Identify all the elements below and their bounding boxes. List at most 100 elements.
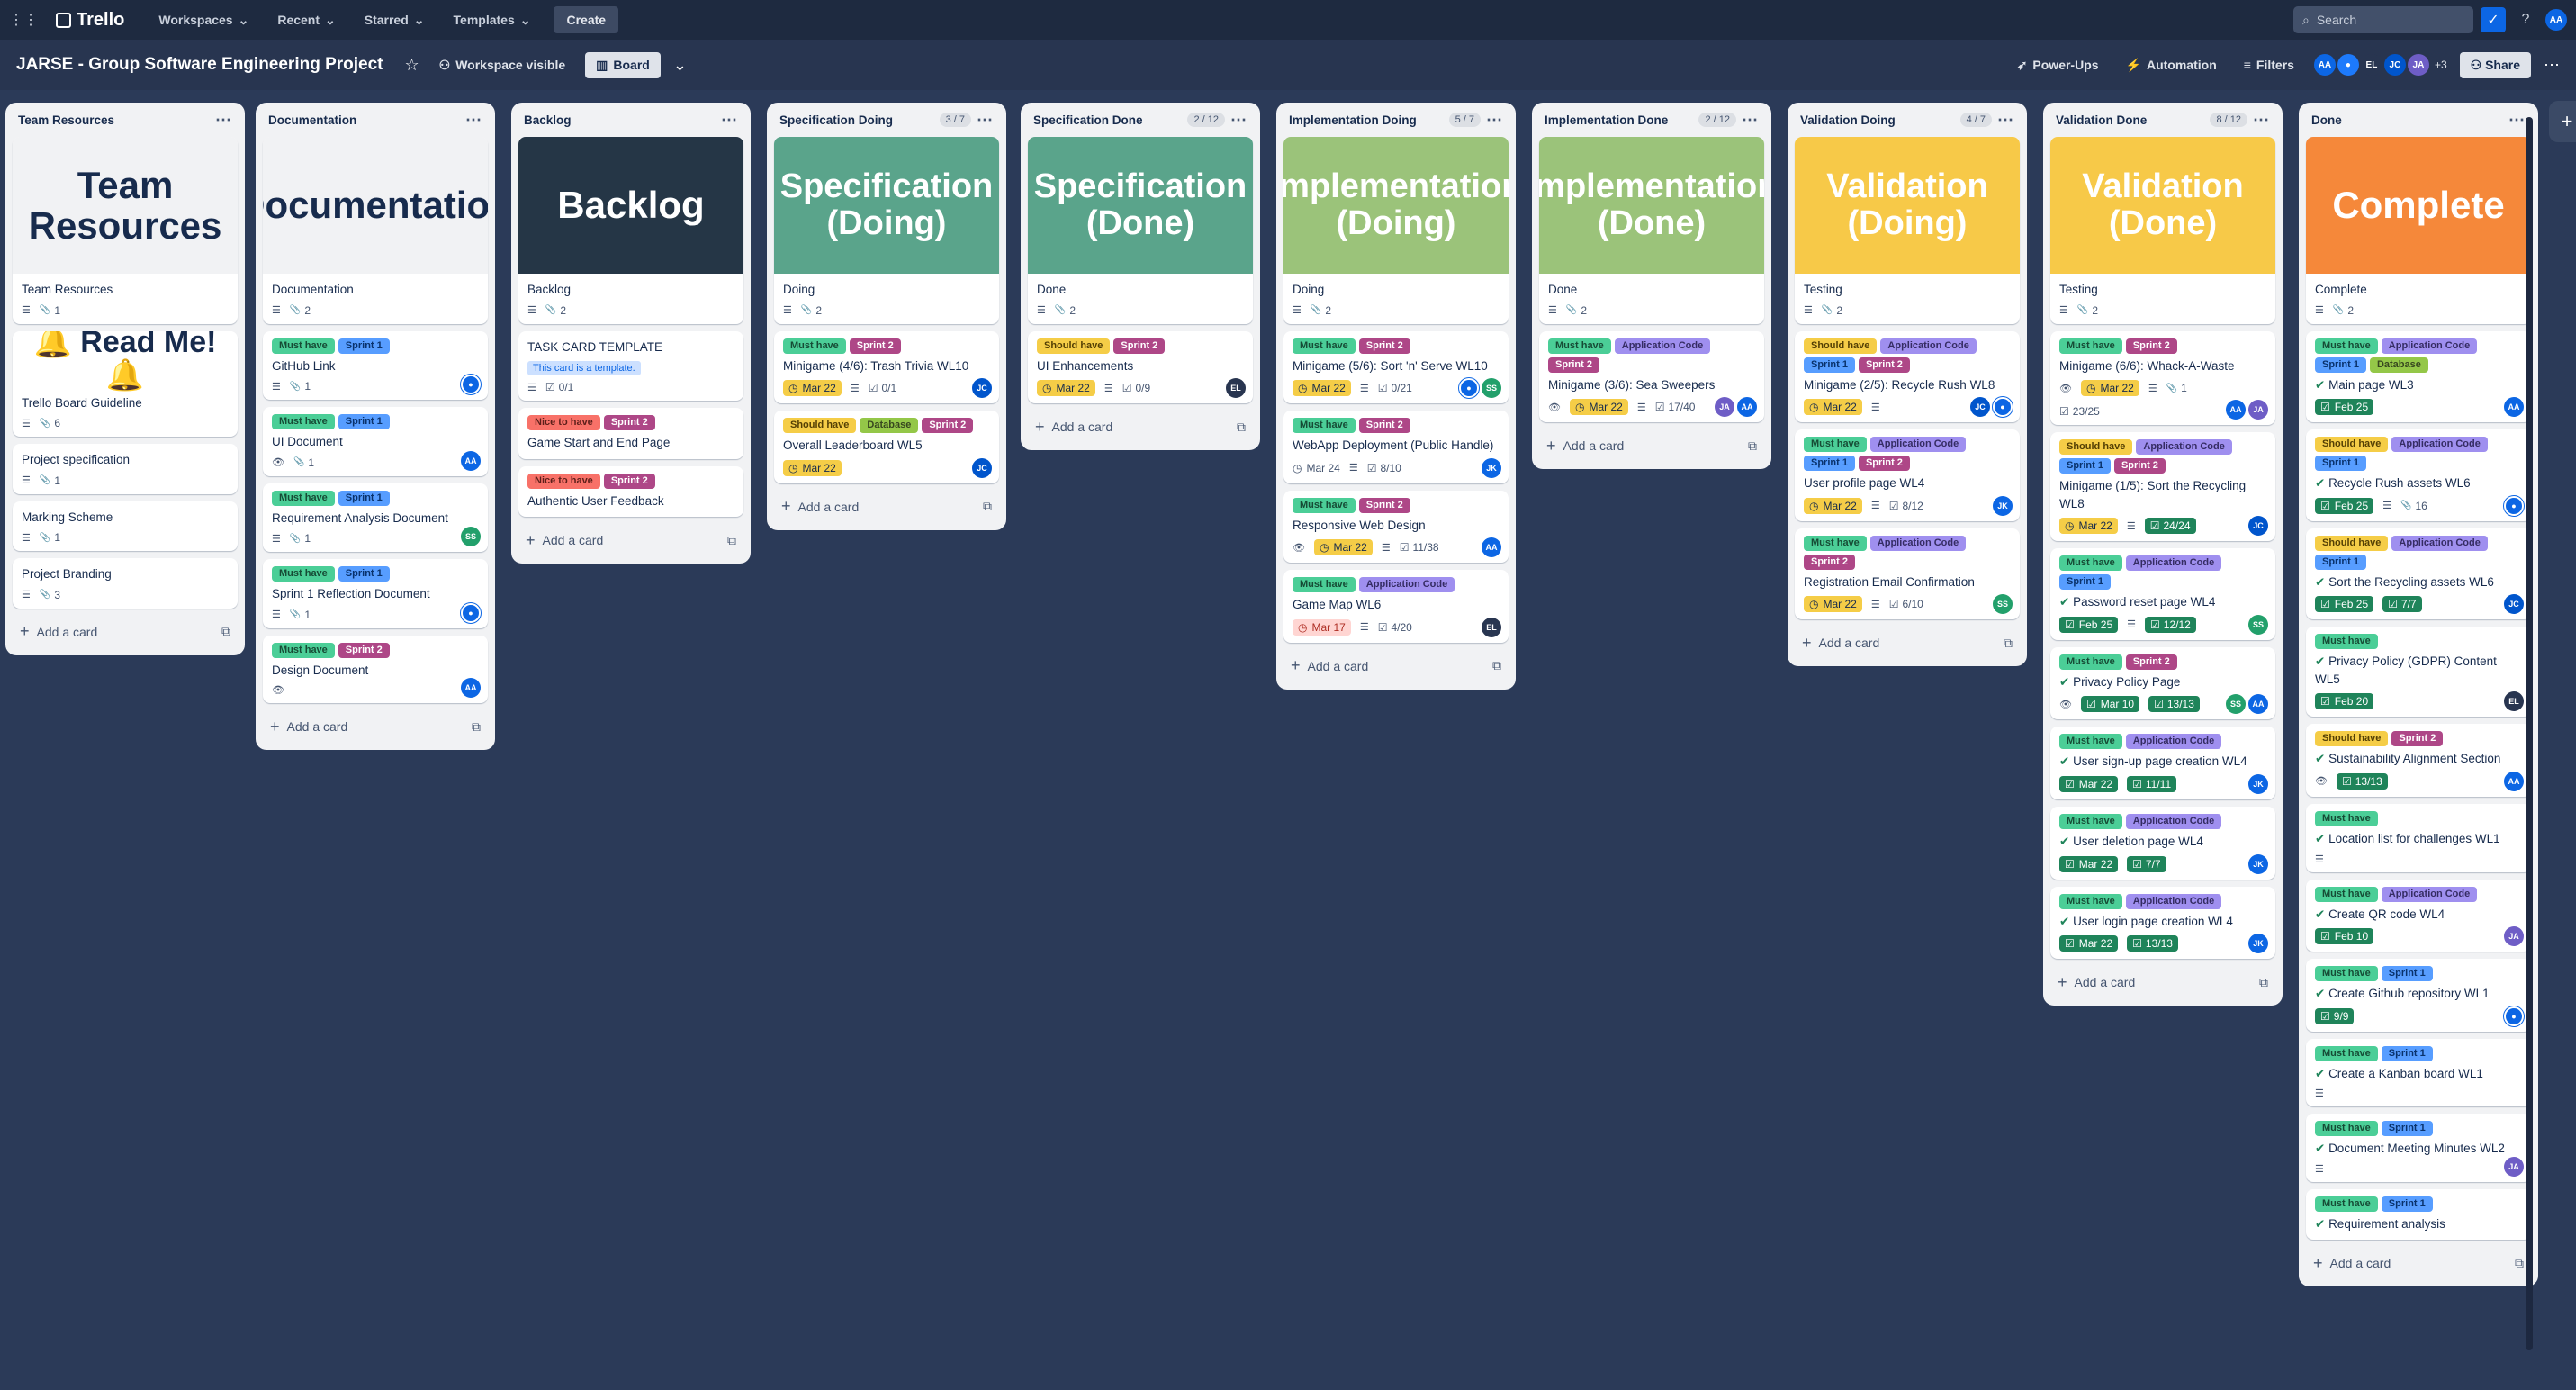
list-header[interactable]: Validation Doing 4 / 7 ⋯	[1795, 103, 2020, 137]
filters-button[interactable]: ≡ Filters	[2237, 52, 2301, 77]
card[interactable]: Must have Sprint 2 Minigame (6/6): Whack-A…	[2050, 330, 2275, 426]
card[interactable]: Must have Sprint 2 Design Document AA 👁	[263, 635, 488, 704]
complete-check-icon[interactable]: ✔	[2315, 987, 2328, 1000]
card[interactable]: Must have Application Code Game Map WL6 EL ◷…	[1283, 570, 1509, 643]
card-label[interactable]: Database	[2369, 357, 2428, 373]
due-date-badge[interactable]: ◷ Mar 22	[1037, 380, 1095, 397]
card-label[interactable]: Sprint 1	[2059, 458, 2111, 474]
list-menu-icon[interactable]: ⋯	[721, 111, 738, 130]
create-from-template-icon[interactable]: ⧉	[1237, 420, 1246, 435]
card-label[interactable]: Application Code	[2391, 437, 2488, 453]
add-card-button[interactable]: + Add a card ⧉	[1539, 429, 1764, 462]
card[interactable]: Should have Application Code Sprint 1 Sprin…	[1795, 330, 2020, 423]
card[interactable]: Must have Sprint 2 Minigame (4/6): Trash T…	[774, 330, 999, 404]
card-label[interactable]: Application Code	[1614, 338, 1711, 354]
nav-templates[interactable]: Templates ⌄	[443, 7, 542, 33]
card-label[interactable]: Sprint 2	[2125, 654, 2177, 670]
member-avatar[interactable]: JA	[1715, 397, 1734, 418]
card[interactable]: Must have ✔ Privacy Policy (GDPR) Content…	[2306, 627, 2531, 718]
card-label[interactable]: Should have	[783, 418, 857, 434]
card[interactable]: Implementation (Doing) Doing ☰ 📎2	[1283, 137, 1509, 324]
card-label[interactable]: Must have	[2059, 734, 2122, 750]
card[interactable]: Must have Sprint 1 UI Document AA 👁 📎 1	[263, 407, 488, 476]
member-avatar[interactable]: JA	[2504, 926, 2524, 947]
member-avatar[interactable]: EL	[2360, 54, 2382, 76]
member-avatar[interactable]: SS	[1482, 378, 1501, 399]
create-from-template-icon[interactable]: ⧉	[2515, 1256, 2524, 1271]
card[interactable]: Must have Application Code Sprint 2 Minigam…	[1539, 330, 1764, 423]
member-avatar[interactable]: AA	[2248, 694, 2268, 715]
card-label[interactable]: Must have	[2059, 893, 2122, 909]
card-label[interactable]: Sprint 1	[2381, 1121, 2433, 1137]
member-avatar[interactable]: JA	[2504, 1156, 2524, 1177]
add-card-button[interactable]: + Add a card ⧉	[2306, 1247, 2531, 1279]
due-date-badge[interactable]: ☑ Feb 10	[2315, 928, 2374, 945]
card-label[interactable]: Sprint 2	[1358, 418, 1410, 434]
list-header[interactable]: Documentation ⋯	[263, 103, 488, 137]
create-from-template-icon[interactable]: ⧉	[1492, 658, 1501, 673]
card[interactable]: Should have Database Sprint 2 Overall Leade…	[774, 411, 999, 483]
due-date-badge[interactable]: ◷ Mar 22	[1804, 497, 1862, 514]
card-label[interactable]: Must have	[2315, 886, 2378, 902]
card[interactable]: Should have Sprint 2 UI Enhancements EL ◷ Mar…	[1028, 330, 1253, 404]
complete-check-icon[interactable]: ✔	[2315, 654, 2328, 668]
card[interactable]: Must have Application Code Sprint 1 Sprint …	[1795, 429, 2020, 521]
add-card-button[interactable]: + Add a card ⧉	[518, 524, 743, 556]
card-label[interactable]: Sprint 1	[2381, 1196, 2433, 1212]
complete-check-icon[interactable]: ✔	[2315, 1142, 2328, 1155]
add-card-button[interactable]: + Add a card ⧉	[774, 491, 999, 523]
card-label[interactable]: Sprint 2	[1548, 357, 1599, 373]
member-avatar[interactable]: EL	[2504, 691, 2524, 712]
due-date-badge[interactable]: ◷ Mar 22	[783, 459, 842, 476]
power-ups-button[interactable]: ➶ Power-Ups	[2010, 52, 2106, 78]
account-avatar[interactable]: AA	[2545, 9, 2567, 31]
more-menu-icon[interactable]: ⋯	[2544, 56, 2560, 75]
card-label[interactable]: Must have	[2315, 966, 2378, 982]
nav-starred[interactable]: Starred ⌄	[354, 7, 436, 33]
nav-workspaces[interactable]: Workspaces ⌄	[148, 7, 259, 33]
card[interactable]: Should have Application Code Sprint 1 ✔ Sor…	[2306, 528, 2531, 620]
member-avatar[interactable]: JC	[2383, 54, 2406, 76]
card-label[interactable]: Application Code	[2381, 338, 2478, 354]
create-from-template-icon[interactable]: ⧉	[983, 499, 992, 514]
card-label[interactable]: Sprint 2	[1804, 554, 1855, 570]
add-card-button[interactable]: + Add a card ⧉	[2050, 966, 2275, 998]
list-header[interactable]: Done ⋯	[2306, 103, 2531, 137]
list-menu-icon[interactable]: ⋯	[1486, 111, 1503, 130]
create-from-template-icon[interactable]: ⧉	[472, 719, 481, 735]
card[interactable]: Must have Sprint 2 ✔ Privacy Policy Page SS…	[2050, 646, 2275, 720]
card-label[interactable]: Sprint 2	[1358, 338, 1410, 354]
complete-check-icon[interactable]: ✔	[2315, 832, 2328, 845]
card[interactable]: Should have Application Code Sprint 1 ✔ Rec…	[2306, 429, 2531, 521]
help-icon[interactable]: ?	[2513, 7, 2538, 32]
card-label[interactable]: Sprint 2	[1858, 357, 1910, 373]
card-label[interactable]: Sprint 2	[922, 418, 974, 434]
card[interactable]: Must have Application Code ✔ User sign-up …	[2050, 727, 2275, 799]
member-avatar[interactable]: AA	[461, 678, 481, 699]
list-menu-icon[interactable]: ⋯	[2253, 111, 2270, 130]
card[interactable]: Implementation (Done) Done ☰ 📎2	[1539, 137, 1764, 324]
member-avatar[interactable]: JC	[972, 378, 992, 399]
list-menu-icon[interactable]: ⋯	[465, 111, 482, 130]
card[interactable]: Must have Sprint 2 WebApp Deployment (Publ…	[1283, 411, 1509, 483]
list-title[interactable]: Done	[2311, 113, 2503, 127]
card-label[interactable]: Must have	[2059, 654, 2122, 670]
card[interactable]: Must have Application Code ✔ User login pa…	[2050, 886, 2275, 960]
card[interactable]: Must have Application Code Sprint 1 ✔ Passw…	[2050, 548, 2275, 640]
card-label[interactable]: Must have	[783, 338, 846, 354]
card[interactable]: Must have Application Code ✔ Create QR cod…	[2306, 879, 2531, 952]
member-avatar[interactable]: SS	[2226, 694, 2246, 715]
member-avatar[interactable]: EL	[1226, 378, 1246, 399]
member-avatar[interactable]: AA	[2313, 54, 2336, 76]
member-avatar[interactable]: AA	[2504, 771, 2524, 791]
card-label[interactable]: Sprint 1	[1804, 456, 1855, 472]
card[interactable]: Backlog Backlog ☰ 📎 2	[518, 137, 743, 324]
due-date-badge[interactable]: ☑ Feb 25	[2059, 616, 2119, 633]
card-label[interactable]: Must have	[1804, 535, 1867, 551]
board-members[interactable]: AA ● EL JC JA +3	[2313, 54, 2447, 76]
member-avatar[interactable]: JK	[1993, 495, 2013, 516]
card[interactable]: TASK CARD TEMPLATE This card is a templat…	[518, 330, 743, 402]
card-label[interactable]: Database	[860, 418, 919, 434]
member-avatar[interactable]: AA	[1737, 397, 1757, 418]
apps-grid-icon[interactable]: ⋮⋮	[9, 11, 38, 29]
